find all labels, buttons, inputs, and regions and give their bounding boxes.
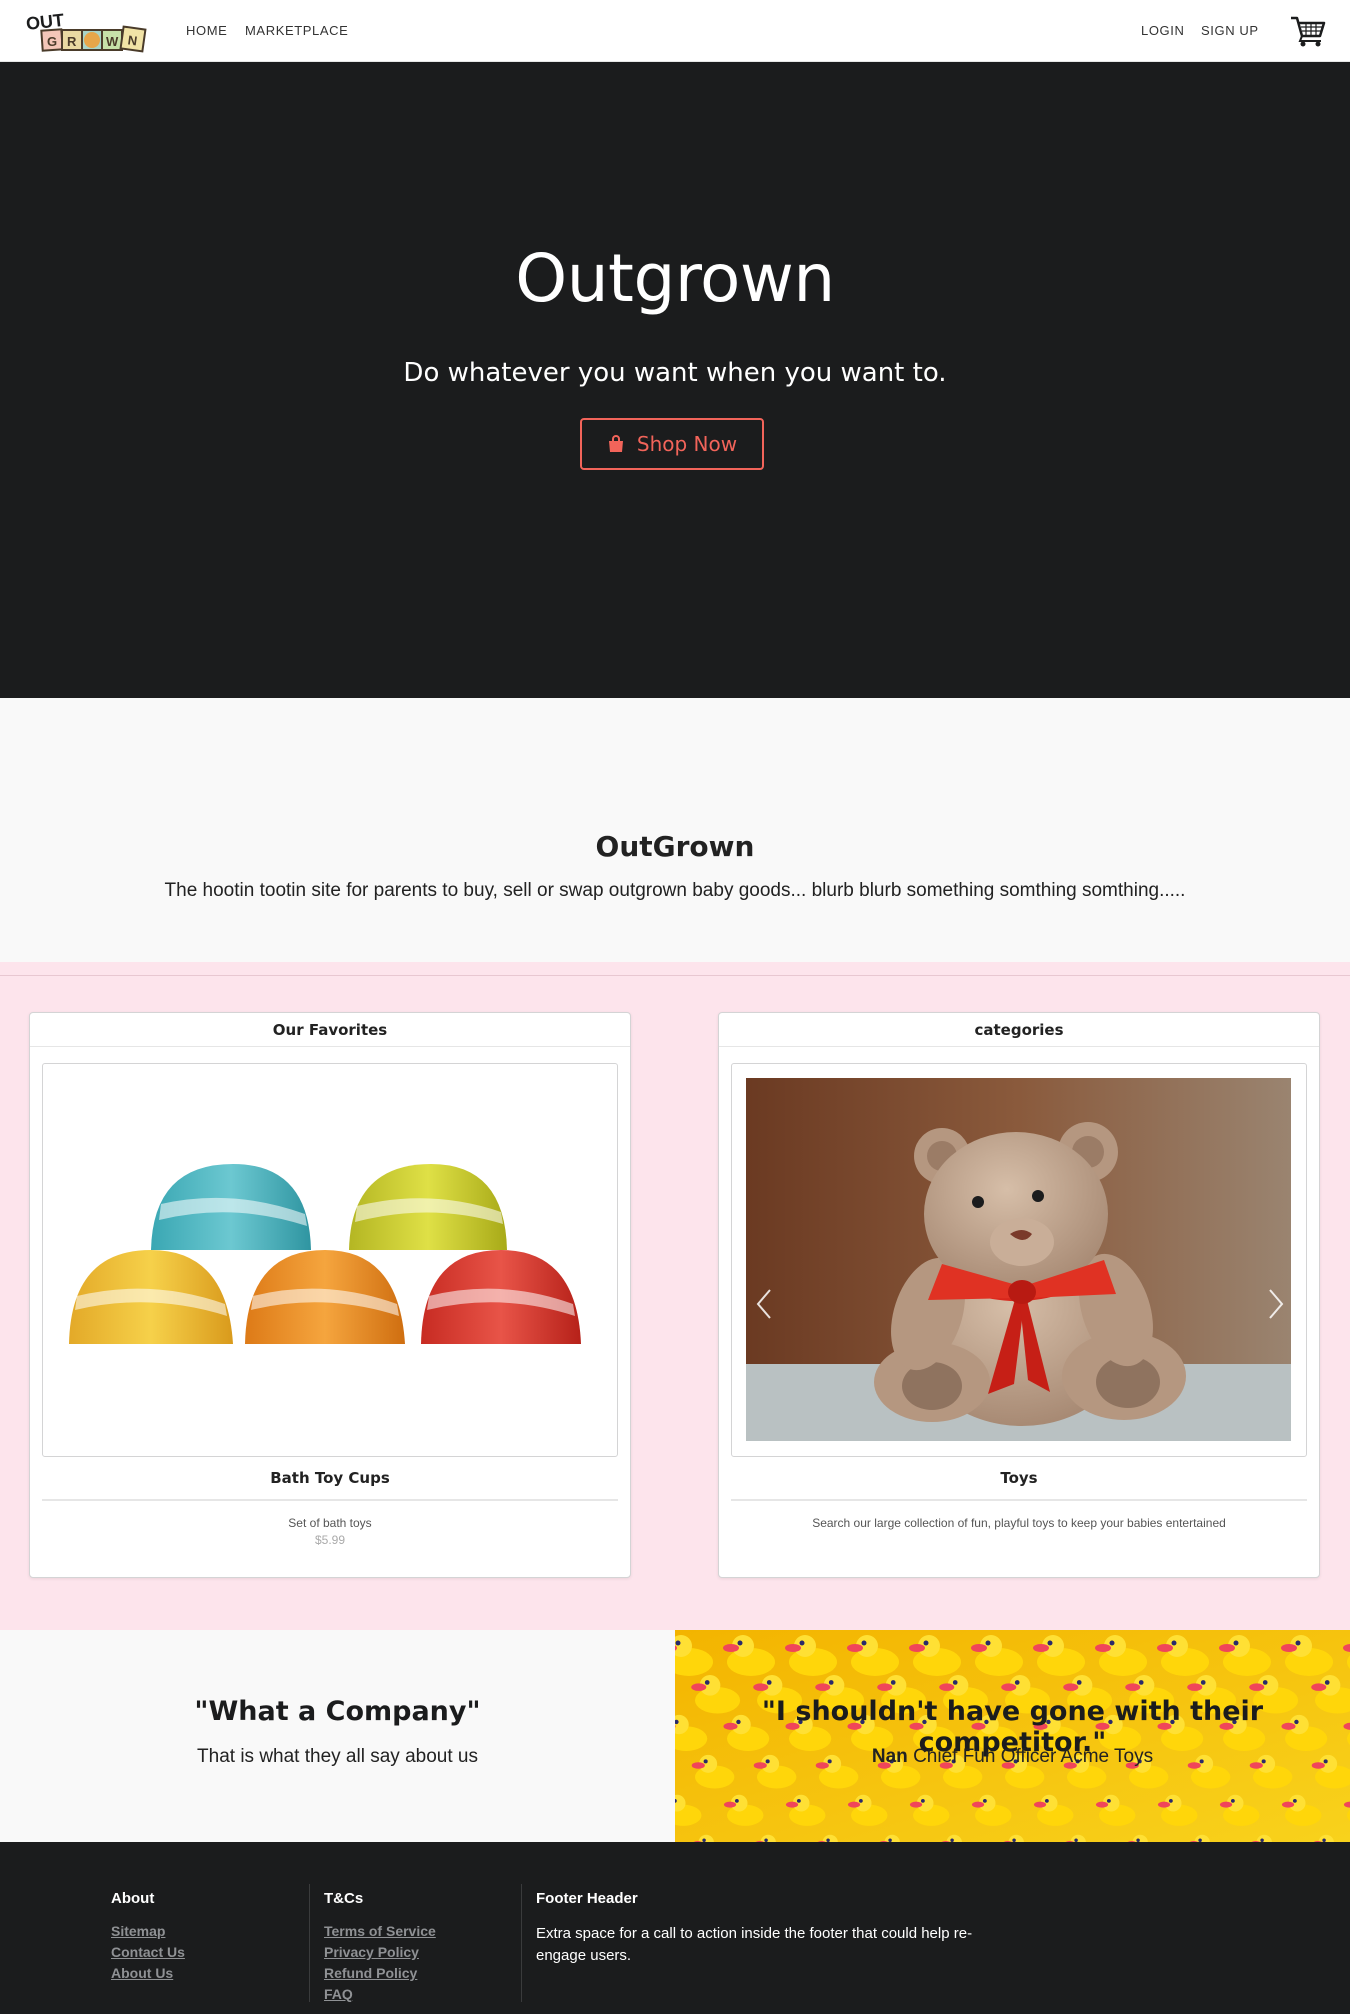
card-item-name[interactable]: Toys: [719, 1469, 1319, 1487]
testimonial-quote: "What a Company": [194, 1696, 481, 1727]
shopping-cart-icon[interactable]: [1290, 14, 1326, 48]
bath-toy-cups-image[interactable]: [42, 1063, 618, 1457]
footer-cta-header: Footer Header: [536, 1890, 638, 1907]
teddy-bear-image[interactable]: [732, 1064, 1307, 1457]
about-title: OutGrown: [595, 830, 755, 863]
card-item-description: Set of bath toys: [288, 1516, 372, 1530]
testimonial-company: "What a Company" That is what they all s…: [0, 1630, 675, 1842]
outgrown-logo[interactable]: OUT G R W N: [24, 8, 164, 54]
footer-about-link[interactable]: About Us: [111, 1965, 185, 1981]
nav-signup-link[interactable]: SIGN UP: [1201, 23, 1259, 38]
footer-contact-link[interactable]: Contact Us: [111, 1944, 185, 1960]
shopping-bag-icon: [608, 435, 623, 452]
footer-divider: [521, 1884, 522, 2002]
testimonial-subtext: That is what they all say about us: [197, 1746, 478, 1767]
footer-tcs-header: T&Cs: [324, 1890, 364, 1907]
site-footer: About Sitemap Contact Us About Us T&Cs T…: [0, 1842, 1350, 2014]
about-section: OutGrown The hootin tootin site for pare…: [0, 698, 1350, 962]
testimonial-customer: "I shouldn't have gone with their compet…: [675, 1630, 1350, 1842]
footer-privacy-link[interactable]: Privacy Policy: [324, 1944, 436, 1960]
testimonial-author-role: Chief Fun Officer Acme Toys: [913, 1746, 1154, 1767]
hero-subtitle: Do whatever you want when you want to.: [403, 358, 947, 388]
card-divider: [731, 1499, 1307, 1501]
footer-cta-column: Footer Header Extra space for a call to …: [536, 1890, 996, 1967]
cards-section: Our Favorites Bath Toy Cups Set of bath …: [0, 962, 1350, 1630]
card-item-price: $5.99: [314, 1533, 346, 1547]
footer-divider: [309, 1884, 310, 2002]
shop-now-label: Shop Now: [636, 432, 738, 456]
about-text: The hootin tootin site for parents to bu…: [164, 880, 1186, 901]
svg-text:W: W: [106, 34, 119, 49]
categories-card[interactable]: categories Toys Search our large collect…: [718, 1012, 1320, 1578]
testimonial-attribution: Nan Chief Fun Officer Acme Toys: [675, 1746, 1350, 1768]
carousel-next-arrow-icon[interactable]: [1262, 1284, 1290, 1324]
footer-cta-text: Extra space for a call to action inside …: [536, 1925, 973, 1964]
card-item-description: Search our large collection of fun, play…: [812, 1516, 1226, 1530]
categories-carousel[interactable]: [731, 1063, 1307, 1457]
testimonial-author-name: Nan: [871, 1746, 908, 1767]
card-header: Our Favorites: [30, 1013, 630, 1047]
hero-section: Outgrown Do whatever you want when you w…: [0, 62, 1350, 698]
nav-marketplace-link[interactable]: MARKETPLACE: [245, 23, 348, 38]
footer-about-header: About: [111, 1890, 155, 1907]
nav-login-link[interactable]: LOGIN: [1141, 23, 1184, 38]
svg-text:R: R: [67, 34, 77, 49]
nav-home-link[interactable]: HOME: [186, 23, 227, 38]
hero-title: Outgrown: [515, 240, 835, 317]
footer-sitemap-link[interactable]: Sitemap: [111, 1923, 185, 1939]
svg-text:G: G: [47, 34, 57, 49]
footer-terms-link[interactable]: Terms of Service: [324, 1923, 436, 1939]
shop-now-button[interactable]: Shop Now: [580, 418, 764, 470]
footer-tcs-column: T&Cs Terms of Service Privacy Policy Ref…: [324, 1890, 436, 2007]
card-header: categories: [719, 1013, 1319, 1047]
favorites-card[interactable]: Our Favorites Bath Toy Cups Set of bath …: [29, 1012, 631, 1578]
footer-about-column: About Sitemap Contact Us About Us: [111, 1890, 185, 1986]
footer-faq-link[interactable]: FAQ: [324, 1986, 436, 2002]
carousel-prev-arrow-icon[interactable]: [750, 1284, 778, 1324]
section-divider: [0, 975, 1350, 976]
card-divider: [42, 1499, 618, 1501]
card-item-name[interactable]: Bath Toy Cups: [30, 1469, 630, 1487]
top-navbar: OUT G R W N HOME MARKETPLACE LOGIN SIGN …: [0, 0, 1350, 62]
footer-refund-link[interactable]: Refund Policy: [324, 1965, 436, 1981]
